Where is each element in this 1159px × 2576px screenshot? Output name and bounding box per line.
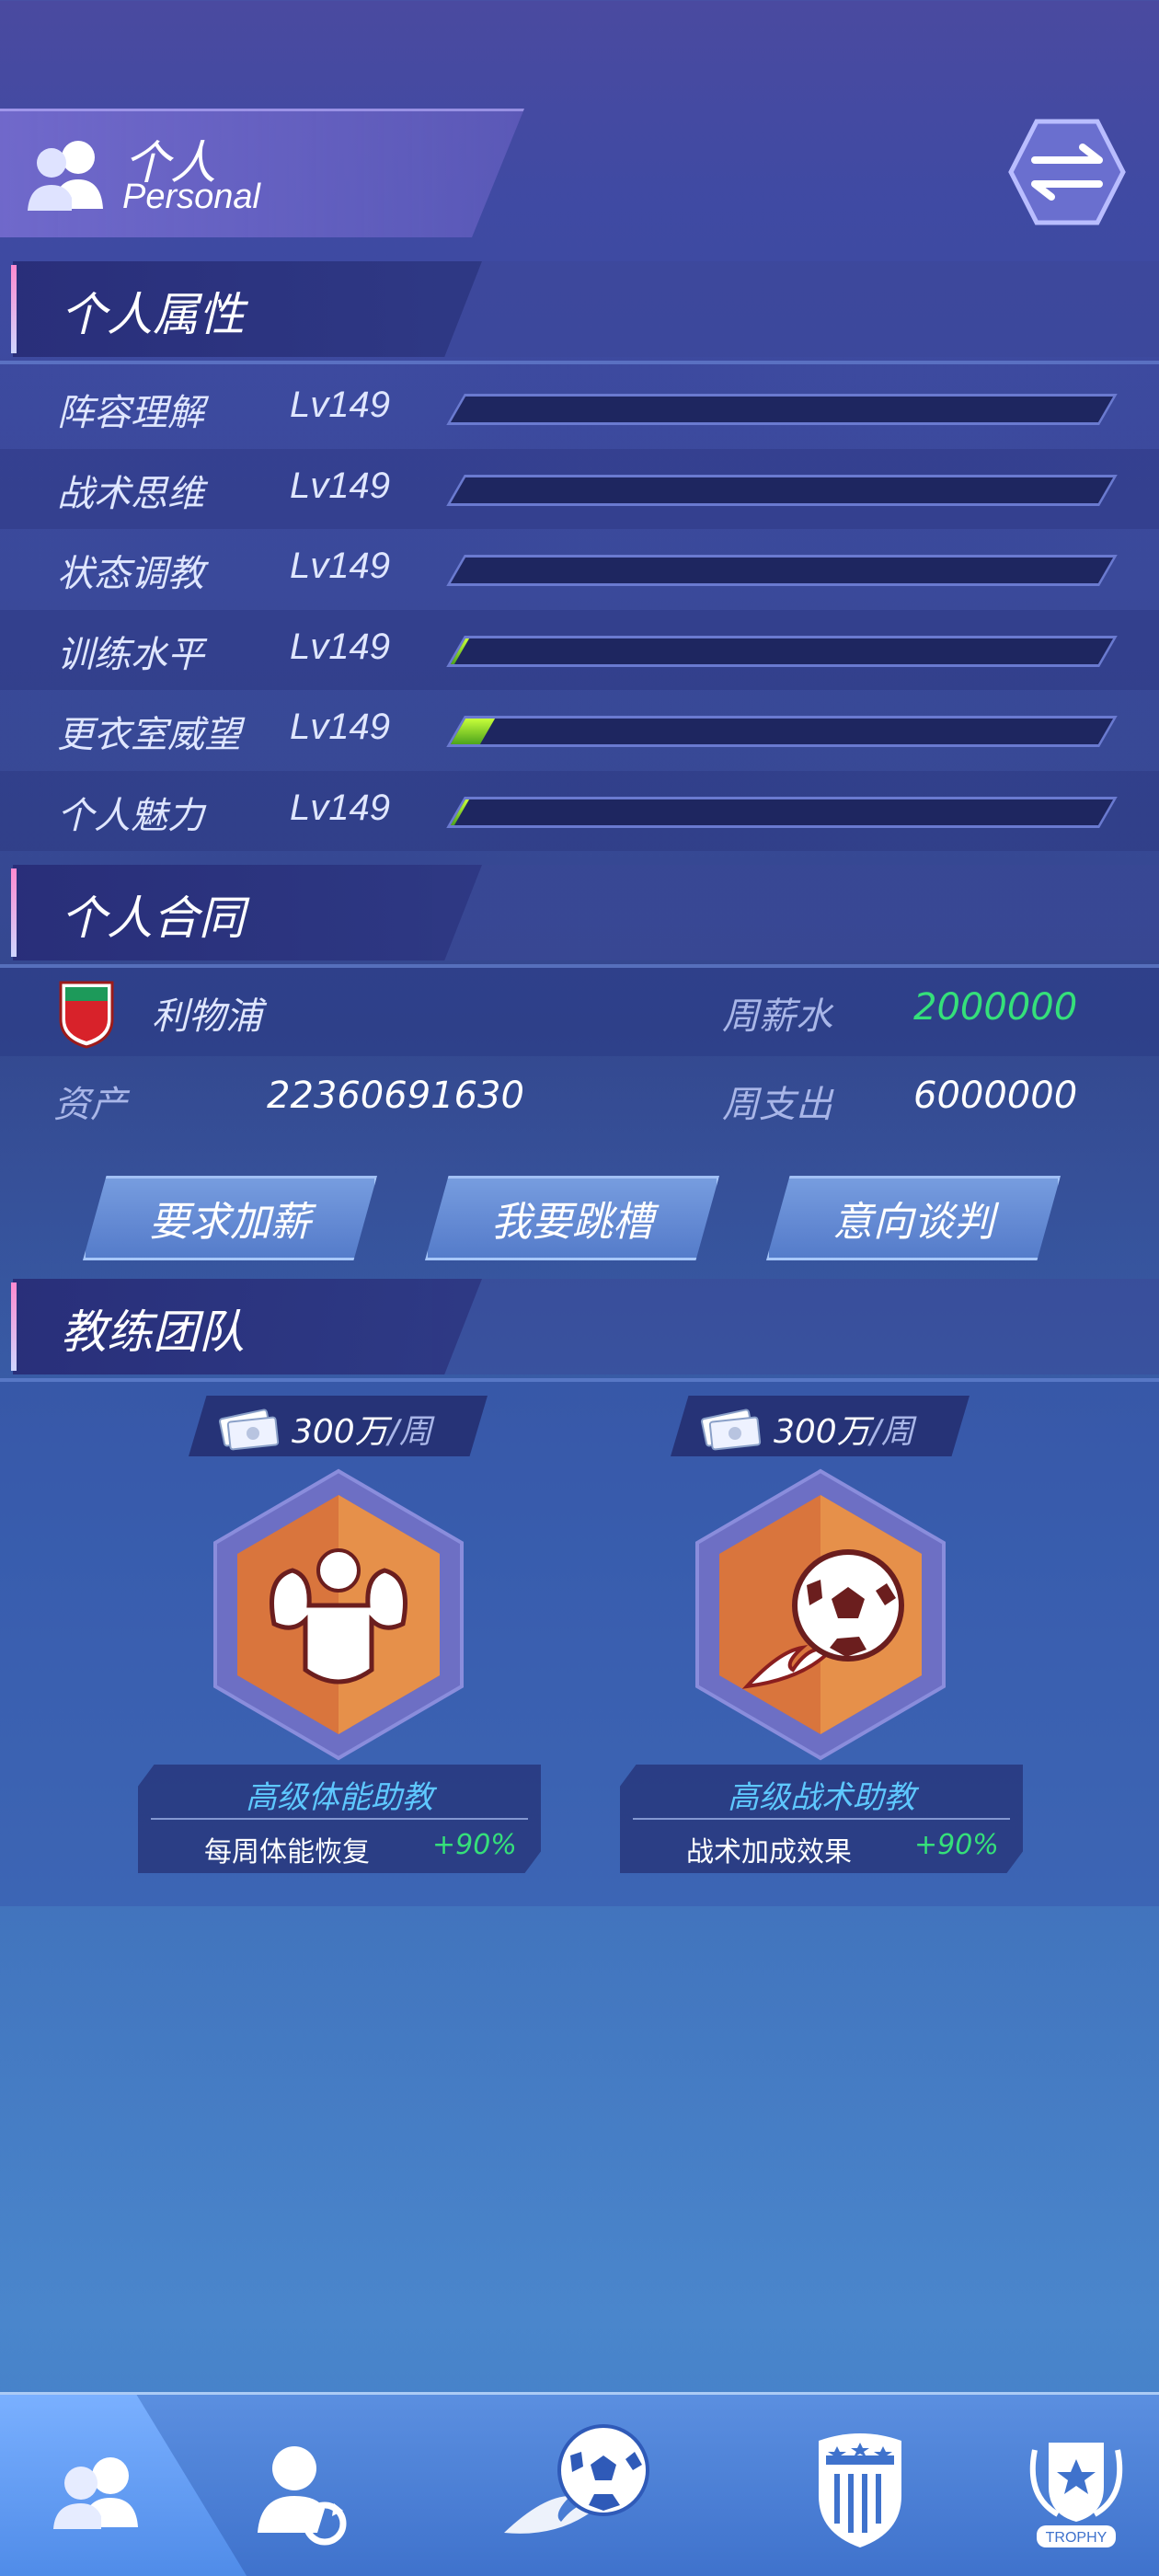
attribute-name: 阵容理解 [57,392,204,434]
coach-cost-tag: 300万/周 [189,1396,488,1456]
nav-football-icon[interactable] [497,2395,662,2576]
attribute-progress-bar [446,555,1118,586]
attribute-row: 更衣室威望 Lv149 [0,690,1159,770]
section-attributes: 个人属性 [0,261,1159,364]
attribute-level: Lv149 [290,385,390,425]
nav-trophy-icon[interactable]: TROPHY [1016,2395,1136,2576]
money-icon [219,1409,280,1451]
assets-value: 22360691630 [267,1075,524,1117]
money-icon [701,1409,762,1451]
page-subtitle: Personal [122,178,260,216]
negotiate-button[interactable]: 意向谈判 [766,1176,1061,1260]
personal-icon [28,141,103,211]
coach-cost-unit: /周 [869,1413,914,1451]
coach-effect: 每周体能恢复 [204,1836,370,1869]
contract-row-club: 利物浦 周薪水 2000000 [0,968,1159,1056]
weekly-expense-value: 6000000 [913,1075,1078,1117]
coach-bonus: +90% [432,1829,517,1861]
attribute-name: 更衣室威望 [57,714,241,756]
weekly-expense-label: 周支出 [722,1084,832,1126]
section-coaches: 教练团队 [0,1279,1159,1382]
attribute-name: 战术思维 [57,472,204,515]
attribute-progress-fill [450,477,466,503]
attribute-row: 战术思维 Lv149 [0,448,1159,529]
nav-player-swap-icon[interactable] [244,2395,354,2576]
tactics-coach-info: 高级战术助教 战术加成效果 +90% [620,1765,1023,1873]
coach-cost-unit: /周 [387,1413,432,1451]
trophy-label: TROPHY [1046,2530,1107,2546]
transfer-button[interactable]: 我要跳槽 [425,1176,719,1260]
attribute-level: Lv149 [290,787,390,828]
attribute-row: 个人魅力 Lv149 [0,770,1159,851]
attribute-name: 状态调教 [57,553,204,595]
attribute-progress-bar [446,394,1118,425]
weekly-salary-value: 2000000 [913,986,1078,1029]
attribute-name: 个人魅力 [57,794,204,837]
nav-club-badge-icon[interactable] [809,2395,911,2576]
attribute-name: 训练水平 [57,633,204,676]
fitness-coach-info: 高级体能助教 每周体能恢复 +90% [138,1765,541,1873]
coach-name: 高级战术助教 [728,1779,915,1816]
attribute-progress-fill [450,799,469,825]
coach-cost: 300万 [292,1413,388,1451]
weekly-salary-label: 周薪水 [722,995,832,1038]
attribute-progress-fill [450,638,469,664]
tactics-coach-card[interactable] [692,1467,949,1762]
attribute-level: Lv149 [290,707,390,747]
attribute-row: 状态调教 Lv149 [0,529,1159,609]
section-contract: 个人合同 [0,865,1159,968]
attribute-progress-bar [446,796,1118,828]
coach-name: 高级体能助教 [246,1779,433,1816]
coach-cost-tag: 300万/周 [671,1396,970,1456]
attribute-progress-bar [446,635,1118,667]
contract-row-assets: 资产 22360691630 周支出 6000000 [0,1056,1159,1144]
coach-effect: 战术加成效果 [686,1836,852,1869]
section-title: 个人属性 [61,288,245,341]
attribute-progress-fill [450,719,495,744]
bottom-nav: TROPHY [0,2392,1159,2576]
request-raise-button[interactable]: 要求加薪 [83,1176,377,1260]
attribute-row: 训练水平 Lv149 [0,609,1159,690]
section-title: 个人合同 [61,891,245,945]
page-header: 个人 Personal [0,109,524,237]
switch-button[interactable] [1007,118,1127,226]
coach-bonus: +90% [914,1829,999,1861]
nav-personal-icon[interactable] [37,2395,156,2576]
attribute-level: Lv149 [290,546,390,586]
coach-cost: 300万 [774,1413,870,1451]
section-title: 教练团队 [61,1305,245,1359]
attribute-level: Lv149 [290,465,390,506]
fitness-coach-card[interactable] [210,1467,467,1762]
assets-label: 资产 [53,1084,127,1126]
attribute-level: Lv149 [290,626,390,667]
attribute-progress-fill [450,397,466,422]
attribute-progress-fill [450,558,466,583]
club-crest-icon [59,981,114,1049]
club-name: 利物浦 [152,995,262,1038]
attribute-progress-bar [446,716,1118,747]
attribute-progress-bar [446,474,1118,506]
attribute-row: 阵容理解 Lv149 [0,368,1159,448]
